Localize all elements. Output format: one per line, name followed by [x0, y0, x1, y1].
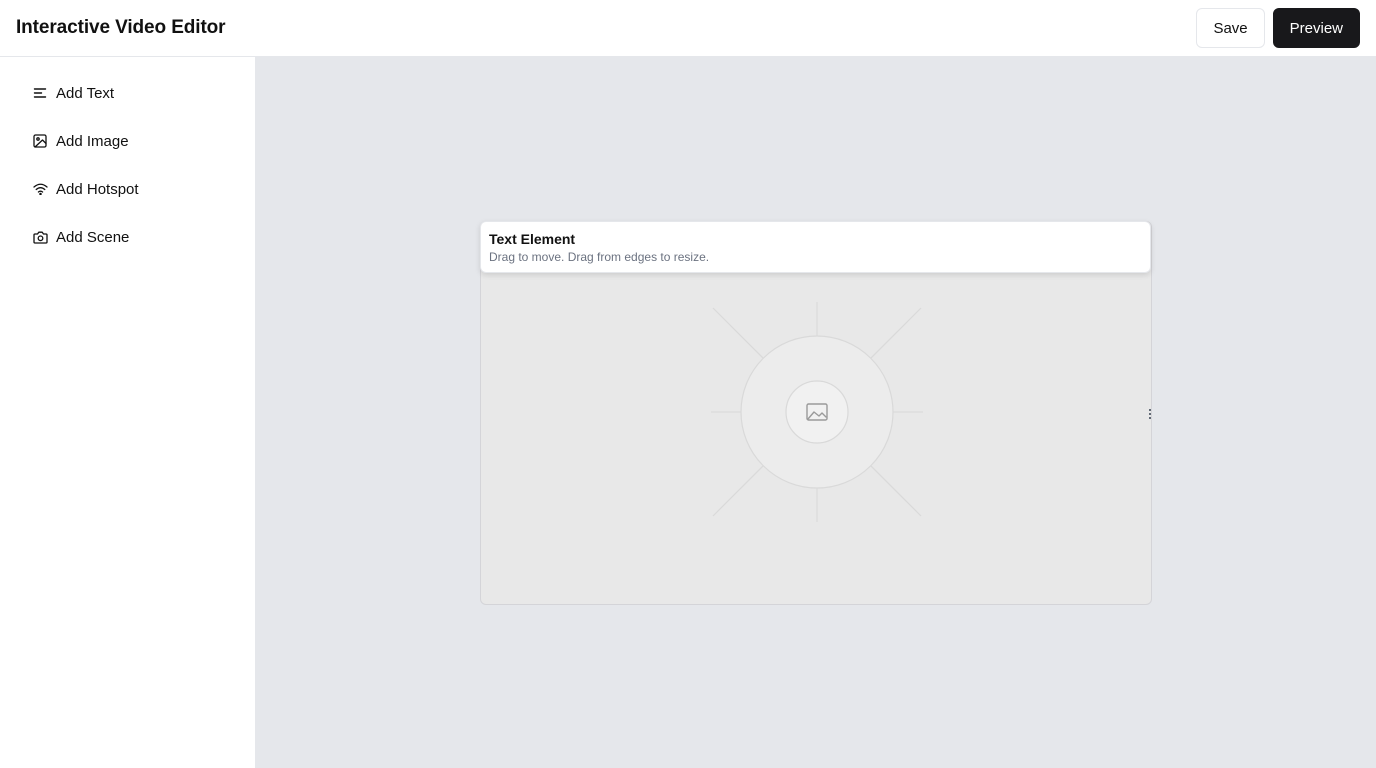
- sidebar-item-add-hotspot[interactable]: Add Hotspot: [0, 165, 255, 213]
- preview-button[interactable]: Preview: [1272, 8, 1360, 48]
- sidebar-item-add-scene[interactable]: Add Scene: [0, 213, 255, 261]
- text-align-icon: [32, 85, 48, 101]
- sidebar-item-label: Add Hotspot: [56, 180, 139, 198]
- wifi-icon: [32, 181, 48, 197]
- text-element-title: Text Element: [489, 231, 576, 247]
- text-element[interactable]: Text Element Drag to move. Drag from edg…: [480, 221, 1151, 273]
- editor-canvas[interactable]: Text Element Drag to move. Drag from edg…: [256, 57, 1376, 768]
- sidebar-item-add-text[interactable]: Add Text: [0, 69, 255, 117]
- sidebar-item-label: Add Scene: [56, 228, 130, 246]
- image-icon: [32, 133, 48, 149]
- camera-icon: [32, 229, 48, 245]
- header-actions: Save Preview: [1196, 8, 1360, 48]
- app-header: Interactive Video Editor Save Preview: [0, 0, 1376, 57]
- text-element-hint: Drag to move. Drag from edges to resize.: [489, 250, 710, 264]
- resize-handle-dot: [1149, 413, 1151, 415]
- sidebar-item-label: Add Text: [56, 84, 115, 102]
- app-title: Interactive Video Editor: [16, 17, 226, 38]
- resize-handle-dot: [1149, 409, 1151, 411]
- video-stage[interactable]: [480, 221, 1152, 605]
- resize-handle[interactable]: [1147, 409, 1153, 419]
- sidebar-item-label: Add Image: [56, 132, 129, 150]
- save-button[interactable]: Save: [1196, 8, 1265, 48]
- image-placeholder-icon: [711, 302, 923, 522]
- sidebar-item-add-image[interactable]: Add Image: [0, 117, 255, 165]
- sidebar: Add Text Add Image Add Hotspot Add Scene: [0, 57, 256, 768]
- resize-handle-dot: [1149, 417, 1151, 419]
